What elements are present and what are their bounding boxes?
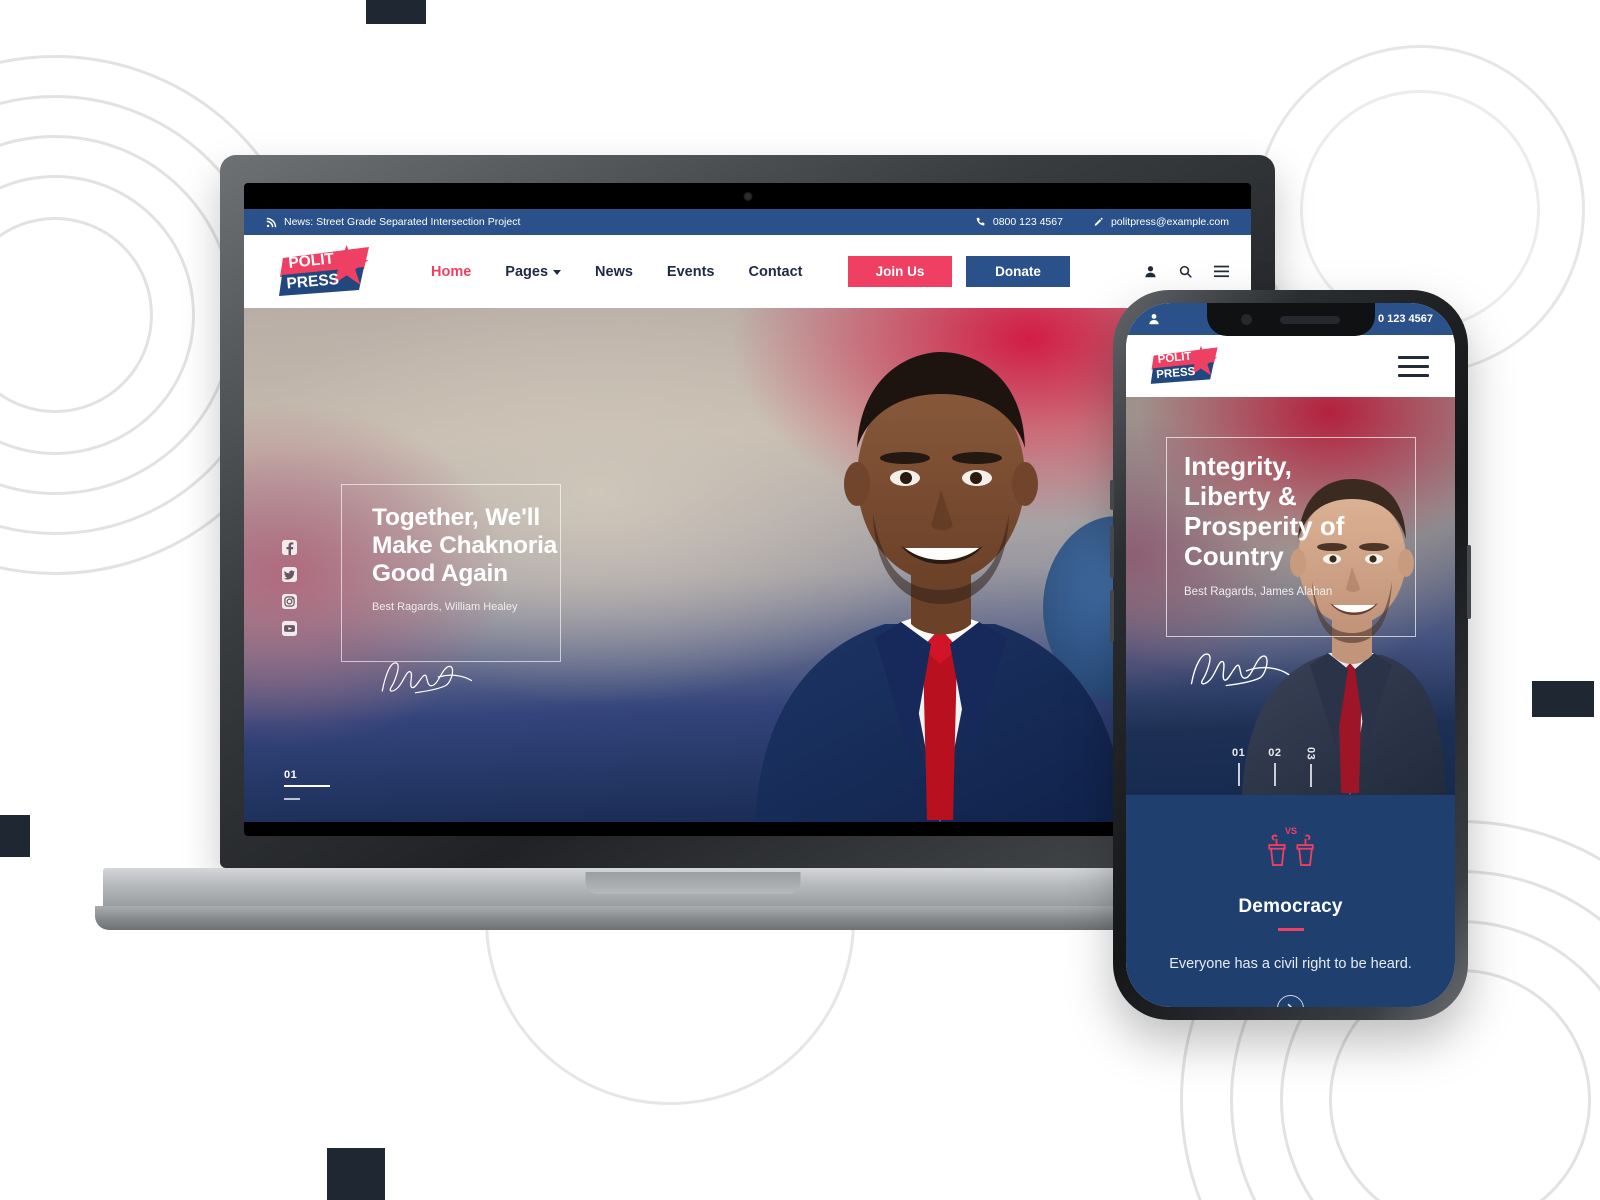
nav-label: Home [431, 263, 472, 280]
chevron-down-icon [553, 270, 562, 275]
instagram-icon[interactable] [282, 594, 297, 609]
desktop-navbar: POLIT PRESS Home Pages News Events Conta… [244, 235, 1251, 308]
feature-divider [1277, 928, 1304, 931]
youtube-icon[interactable] [282, 621, 297, 636]
nav-label: Contact [748, 263, 803, 280]
nav-label: Events [666, 263, 715, 280]
slide-number: 01 [284, 769, 298, 781]
nav-item-events[interactable]: Events [667, 264, 715, 280]
mobile-slider-pagination[interactable]: 01 02 03 [1232, 747, 1317, 787]
mobile-hero-content: Integrity, Liberty & Prosperity of Count… [1184, 451, 1384, 598]
signature-icon [381, 662, 473, 694]
slide-number: 02 [1268, 746, 1282, 759]
slide-indicator-active [284, 785, 330, 787]
nav-item-contact[interactable]: Contact [748, 264, 802, 280]
slide-number: 03 [1304, 746, 1317, 760]
decorative-square-left [0, 815, 30, 857]
twitter-icon[interactable] [282, 567, 297, 582]
desktop-website: News: Street Grade Separated Intersectio… [244, 209, 1251, 822]
phone-volume-down-button[interactable] [1110, 590, 1114, 642]
mobile-slide-1[interactable]: 01 [1232, 747, 1245, 786]
chevron-right-icon [1287, 1003, 1293, 1007]
mobile-slide-2[interactable]: 02 [1268, 747, 1281, 786]
decorative-square-top [366, 0, 426, 24]
desktop-hero-slider: Together, We'll Make Chaknoria Good Agai… [244, 308, 1251, 822]
navbar-icon-group [1144, 265, 1229, 278]
slide-indicator [1309, 764, 1312, 787]
search-icon[interactable] [1179, 265, 1192, 278]
menu-icon[interactable] [1214, 265, 1229, 278]
slide-indicator [1237, 762, 1240, 786]
hero-headline: Together, We'll Make Chaknoria Good Agai… [372, 504, 558, 587]
mobile-hero-regards: Best Ragards, James Alahan [1184, 585, 1333, 598]
mobile-topbar-phone[interactable]: 0 123 4567 [1378, 313, 1433, 325]
laptop-bezel: News: Street Grade Separated Intersectio… [244, 183, 1251, 836]
webcam-icon [743, 192, 752, 201]
topbar-phone-text: 0800 123 4567 [992, 216, 1063, 228]
topbar-phone[interactable]: 0800 123 4567 [975, 216, 1063, 228]
slide-number: 01 [1232, 746, 1246, 759]
news-ticker-text: News: Street Grade Separated Intersectio… [284, 216, 521, 228]
hero-regards: Best Ragards, William Healey [372, 600, 518, 613]
phone-icon [976, 217, 985, 226]
feature-next-button[interactable] [1277, 994, 1304, 1007]
user-icon[interactable] [1144, 265, 1157, 278]
hero-content: Together, We'll Make Chaknoria Good Agai… [372, 504, 582, 613]
mobile-hero-slider: Integrity, Liberty & Prosperity of Count… [1126, 397, 1455, 795]
mobile-website: 0 123 4567 POLIT PRESS Integrity, Libert… [1126, 303, 1455, 1007]
site-logo[interactable]: POLIT PRESS [278, 244, 383, 300]
facebook-icon[interactable] [282, 540, 297, 555]
decorative-square-bottom [327, 1148, 385, 1200]
user-icon[interactable] [1148, 313, 1160, 325]
debate-podium-icon: VS [1267, 826, 1314, 866]
phone-mute-switch[interactable] [1110, 480, 1114, 510]
phone-notch [1206, 303, 1375, 336]
mobile-feature-card: VS Democracy Everyone has a civil right … [1126, 795, 1455, 1007]
slide-indicator [1273, 762, 1276, 786]
nav-item-news[interactable]: News [595, 264, 633, 280]
hero-slider-pagination[interactable]: 01 [284, 769, 330, 800]
slide-indicator-inactive [284, 798, 300, 800]
mobile-navbar: POLIT PRESS [1126, 335, 1455, 397]
hero-social-links [282, 540, 297, 636]
site-logo[interactable]: POLIT PRESS [1150, 345, 1228, 387]
feature-title: Democracy [1238, 896, 1343, 917]
navbar-actions: Join Us Donate [848, 256, 1229, 287]
main-navigation: Home Pages News Events Contact [431, 264, 802, 280]
phone-power-button[interactable] [1467, 545, 1471, 619]
laptop-base [95, 868, 1290, 930]
desktop-topbar: News: Street Grade Separated Intersectio… [244, 209, 1251, 235]
front-camera-icon [1241, 314, 1252, 325]
laptop-base-lip [95, 906, 1290, 930]
mobile-menu-icon[interactable] [1398, 355, 1429, 377]
nav-label: Pages [505, 263, 549, 280]
rss-icon [266, 217, 277, 227]
decorative-square-right [1532, 681, 1594, 717]
candidate-photo [755, 352, 1155, 822]
nav-label: News [595, 263, 633, 280]
mobile-slide-3[interactable]: 03 [1305, 747, 1317, 787]
svg-text:VS: VS [1284, 826, 1296, 836]
topbar-email-text: politpress@example.com [1110, 216, 1229, 228]
laptop-trackpad-notch [585, 872, 800, 894]
join-us-button[interactable]: Join Us [848, 256, 952, 287]
earpiece-speaker-icon [1280, 315, 1340, 324]
phone-volume-up-button[interactable] [1110, 526, 1114, 578]
signature-icon [1190, 653, 1290, 687]
news-ticker[interactable]: News: Street Grade Separated Intersectio… [266, 216, 520, 228]
pencil-icon [1094, 217, 1103, 226]
phone-mockup: 0 123 4567 POLIT PRESS Integrity, Libert… [1110, 290, 1471, 1020]
feature-text: Everyone has a civil right to be heard. [1169, 956, 1412, 972]
donate-button[interactable]: Donate [966, 256, 1070, 287]
nav-item-pages[interactable]: Pages [505, 263, 562, 280]
mobile-hero-headline: Integrity, Liberty & Prosperity of Count… [1184, 451, 1345, 572]
topbar-email[interactable]: politpress@example.com [1093, 216, 1229, 228]
nav-item-home[interactable]: Home [431, 264, 471, 280]
